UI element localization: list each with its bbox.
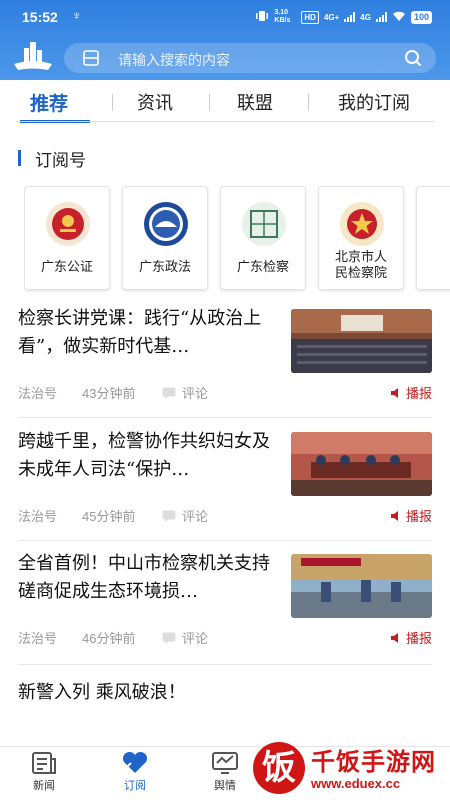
play-audio-button[interactable]: 播报 (390, 506, 432, 525)
comment-button[interactable]: 评论 (162, 628, 208, 647)
status-indicators: 3.10 KB/s HD 4G+ 4G 100 (255, 9, 432, 25)
watermark-url: www.eduex.cc (311, 776, 401, 791)
news-thumbnail[interactable] (291, 432, 432, 496)
usb-icon: ♆ (72, 8, 82, 23)
comment-icon (162, 510, 176, 522)
status-bar: 15:52 ♆ 3.10 KB/s HD 4G+ 4G 100 (0, 0, 450, 36)
comment-icon (162, 632, 176, 644)
subscription-card[interactable]: 广东公证 (24, 186, 110, 290)
search-icon[interactable] (404, 49, 422, 67)
watermark-text: 千饭手游网 (311, 749, 436, 776)
news-item[interactable]: 全省首例！中山市检察机关支持磋商促成生态环境损… 法治号 46分钟前 评论 播报 (18, 550, 432, 646)
procuratorate-emblem-icon (340, 202, 384, 246)
news-meta: 法治号 46分钟前 评论 播报 (18, 626, 432, 646)
watermark-logo: 饭 (253, 742, 305, 794)
app-logo-icon[interactable] (10, 40, 56, 74)
procuratorate-seal-icon (242, 202, 286, 246)
vibrate-icon (255, 11, 269, 23)
news-item[interactable]: 检察长讲党课：践行“从政治上看”，做实新时代基… 法治号 43分钟前 评论 播报 (18, 305, 432, 401)
nav-news[interactable]: 新闻 (14, 751, 74, 793)
comment-button[interactable]: 评论 (162, 506, 208, 525)
signal2-icon (375, 12, 387, 22)
tab-divider (308, 94, 309, 111)
newspaper-icon (32, 752, 56, 774)
section-header: 订阅号 (18, 147, 86, 170)
news-source[interactable]: 法治号 (18, 383, 57, 402)
nav-public-opinion[interactable]: 舆情 (195, 751, 255, 793)
news-time: 43分钟前 (82, 386, 136, 401)
nav-subscribe[interactable]: 订阅 (105, 751, 165, 793)
divider (18, 664, 432, 665)
news-title[interactable]: 全省首例！中山市检察机关支持磋商促成生态环境损… (18, 550, 280, 606)
section-accent (18, 150, 21, 166)
tab-divider (209, 94, 210, 111)
net2-label: 4G (360, 12, 371, 22)
subscription-name: 广东政法 (138, 259, 191, 274)
wifi-icon (392, 11, 406, 24)
comment-icon (162, 387, 176, 399)
tab-news[interactable]: 资讯 (137, 89, 173, 115)
search-bar[interactable]: 请输入搜索的内容 (64, 43, 436, 73)
comment-button[interactable]: 评论 (162, 383, 208, 402)
speaker-icon (390, 387, 398, 398)
scan-icon[interactable] (82, 49, 100, 67)
subscription-card-partial[interactable] (416, 186, 450, 290)
signal1-icon (344, 12, 356, 22)
subscription-card[interactable]: 广东政法 (122, 186, 208, 290)
hd-badge: HD (301, 10, 319, 24)
divider (18, 417, 432, 418)
network-speed: 3.10 KB/s (274, 9, 291, 24)
news-title[interactable]: 新警入列 乘风破浪！ (18, 678, 186, 704)
tab-divider (112, 94, 113, 111)
subscription-name: 广东检察 (236, 259, 289, 274)
subscription-name: 广东公证 (40, 259, 93, 274)
tab-recommend[interactable]: 推荐 (30, 89, 68, 116)
news-time: 45分钟前 (82, 509, 136, 524)
battery-icon: 100 (410, 10, 432, 24)
section-title: 订阅号 (35, 150, 86, 170)
divider (18, 540, 432, 541)
divider (16, 121, 434, 122)
heart-icon (122, 751, 148, 773)
news-item[interactable]: 跨越千里，检警协作共织妇女及未成年人司法“保护… 法治号 45分钟前 评论 播报 (18, 428, 432, 524)
watermark: 饭 千饭手游网 www.eduex.cc (253, 738, 450, 800)
monitor-icon (212, 752, 238, 774)
status-time: 15:52 (22, 9, 58, 25)
top-tabs: 推荐 资讯 联盟 我的订阅 (0, 80, 450, 123)
app-header: 15:52 ♆ 3.10 KB/s HD 4G+ 4G 100 请输入搜索的内容 (0, 0, 450, 80)
news-meta: 法治号 45分钟前 评论 播报 (18, 504, 432, 524)
play-audio-button[interactable]: 播报 (390, 628, 432, 647)
news-time: 46分钟前 (82, 631, 136, 646)
news-meta: 法治号 43分钟前 评论 播报 (18, 381, 432, 401)
news-thumbnail[interactable] (291, 309, 432, 373)
subscription-card[interactable]: 广东检察 (220, 186, 306, 290)
subscription-card[interactable]: 北京市人 民检察院 (318, 186, 404, 290)
notary-emblem-icon (46, 202, 90, 246)
news-source[interactable]: 法治号 (18, 506, 57, 525)
net1-label: 4G+ (323, 12, 340, 22)
subscription-carousel[interactable]: 广东公证 广东政法 广东检察 北京市人 民检察院 (24, 186, 450, 292)
tab-alliance[interactable]: 联盟 (237, 89, 273, 115)
news-source[interactable]: 法治号 (18, 628, 57, 647)
subscription-name: 北京市人 民检察院 (334, 249, 387, 280)
politics-law-emblem-icon (144, 202, 188, 246)
play-audio-button[interactable]: 播报 (390, 383, 432, 402)
search-input[interactable]: 请输入搜索的内容 (118, 50, 230, 70)
tab-my-subscriptions[interactable]: 我的订阅 (338, 89, 410, 115)
news-title[interactable]: 跨越千里，检警协作共织妇女及未成年人司法“保护… (18, 428, 280, 484)
speaker-icon (390, 632, 398, 643)
news-thumbnail[interactable] (291, 554, 432, 618)
speaker-icon (390, 510, 398, 521)
news-title[interactable]: 检察长讲党课：践行“从政治上看”，做实新时代基… (18, 305, 280, 361)
